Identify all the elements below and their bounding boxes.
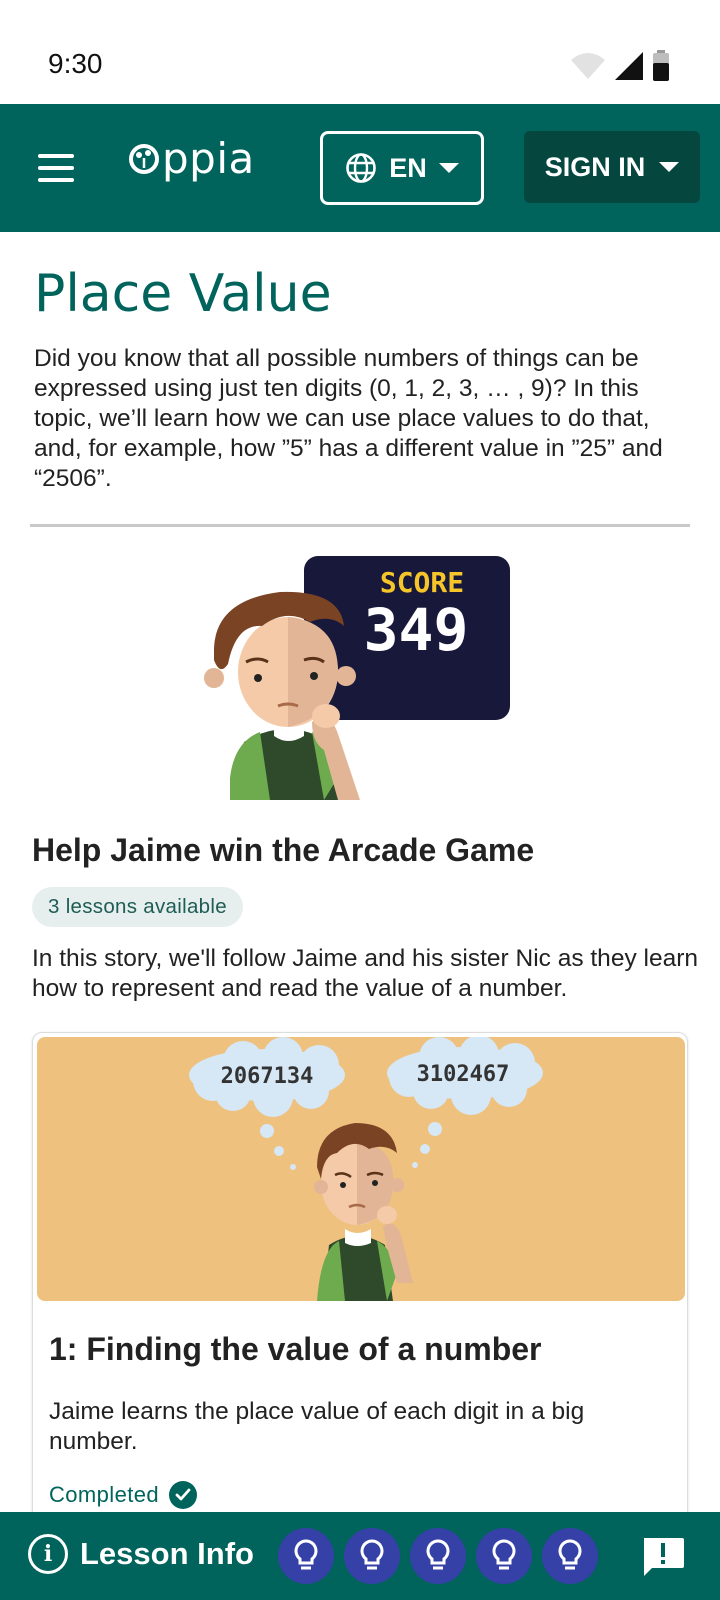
sign-in-label: SIGN IN xyxy=(544,151,646,182)
hint-bulb-4[interactable] xyxy=(476,1528,532,1584)
lesson-info-button[interactable]: i Lesson Info xyxy=(28,1534,254,1574)
story-title[interactable]: Help Jaime win the Arcade Game xyxy=(32,832,534,869)
battery-icon xyxy=(653,50,669,81)
hint-bulb-1[interactable] xyxy=(278,1528,334,1584)
lessons-count-badge: 3 lessons available xyxy=(32,887,243,927)
score-value: 349 xyxy=(364,596,469,664)
chevron-down-icon xyxy=(438,163,459,173)
lesson-status-label: Completed xyxy=(49,1482,159,1507)
bottom-bar: i Lesson Info xyxy=(0,1512,720,1600)
lightbulb-icon xyxy=(558,1539,582,1570)
wifi-icon xyxy=(571,53,605,79)
thought-bubble-2: 3102467 xyxy=(417,1062,510,1087)
menu-icon[interactable] xyxy=(38,154,74,182)
status-bar: 9:30 xyxy=(0,0,720,104)
app-bar: ppia EN SIGN IN xyxy=(0,104,720,232)
feedback-button[interactable] xyxy=(640,1536,686,1580)
lesson-status: Completed xyxy=(49,1481,197,1509)
lesson-description: Jaime learns the place value of each dig… xyxy=(49,1398,585,1455)
chevron-down-icon xyxy=(659,162,680,172)
oppia-logo-icon xyxy=(129,143,159,174)
hint-bulb-5[interactable] xyxy=(542,1528,598,1584)
exclamation-speech-bubble-icon xyxy=(644,1538,684,1576)
oppia-logo[interactable]: ppia xyxy=(128,134,255,183)
lesson-title: 1: Finding the value of a number xyxy=(49,1331,542,1367)
story-thumbnail[interactable]: SCORE 349 xyxy=(200,556,520,800)
story-description: In this story, we'll follow Jaime and hi… xyxy=(32,945,698,1002)
globe-icon xyxy=(346,153,377,183)
lesson-card[interactable]: 2067134 3102467 1: Finding the value of … xyxy=(32,1032,688,1532)
hint-bulb-3[interactable] xyxy=(410,1528,466,1584)
status-icons xyxy=(570,50,670,82)
lightbulb-icon xyxy=(360,1539,384,1570)
hint-bulbs xyxy=(278,1528,598,1584)
divider xyxy=(30,524,690,527)
logo-text: ppia xyxy=(162,134,255,183)
language-label: EN xyxy=(389,152,427,183)
thought-bubble-1: 2067134 xyxy=(221,1064,314,1089)
sign-in-button[interactable]: SIGN IN xyxy=(524,131,700,203)
info-icon: i xyxy=(28,1534,68,1574)
status-time: 9:30 xyxy=(48,48,103,79)
topic-description: Did you know that all possible numbers o… xyxy=(34,345,663,492)
lesson-thumbnail: 2067134 3102467 xyxy=(37,1037,685,1301)
check-circle-icon xyxy=(169,1481,197,1509)
signal-icon xyxy=(615,52,643,80)
lightbulb-icon xyxy=(492,1539,516,1570)
language-selector[interactable]: EN xyxy=(320,131,484,205)
lightbulb-icon xyxy=(294,1539,318,1570)
lightbulb-icon xyxy=(426,1539,450,1570)
hint-bulb-2[interactable] xyxy=(344,1528,400,1584)
topic-title: Place Value xyxy=(34,264,332,324)
lesson-info-label: Lesson Info xyxy=(80,1536,254,1571)
score-label: SCORE xyxy=(380,566,464,599)
